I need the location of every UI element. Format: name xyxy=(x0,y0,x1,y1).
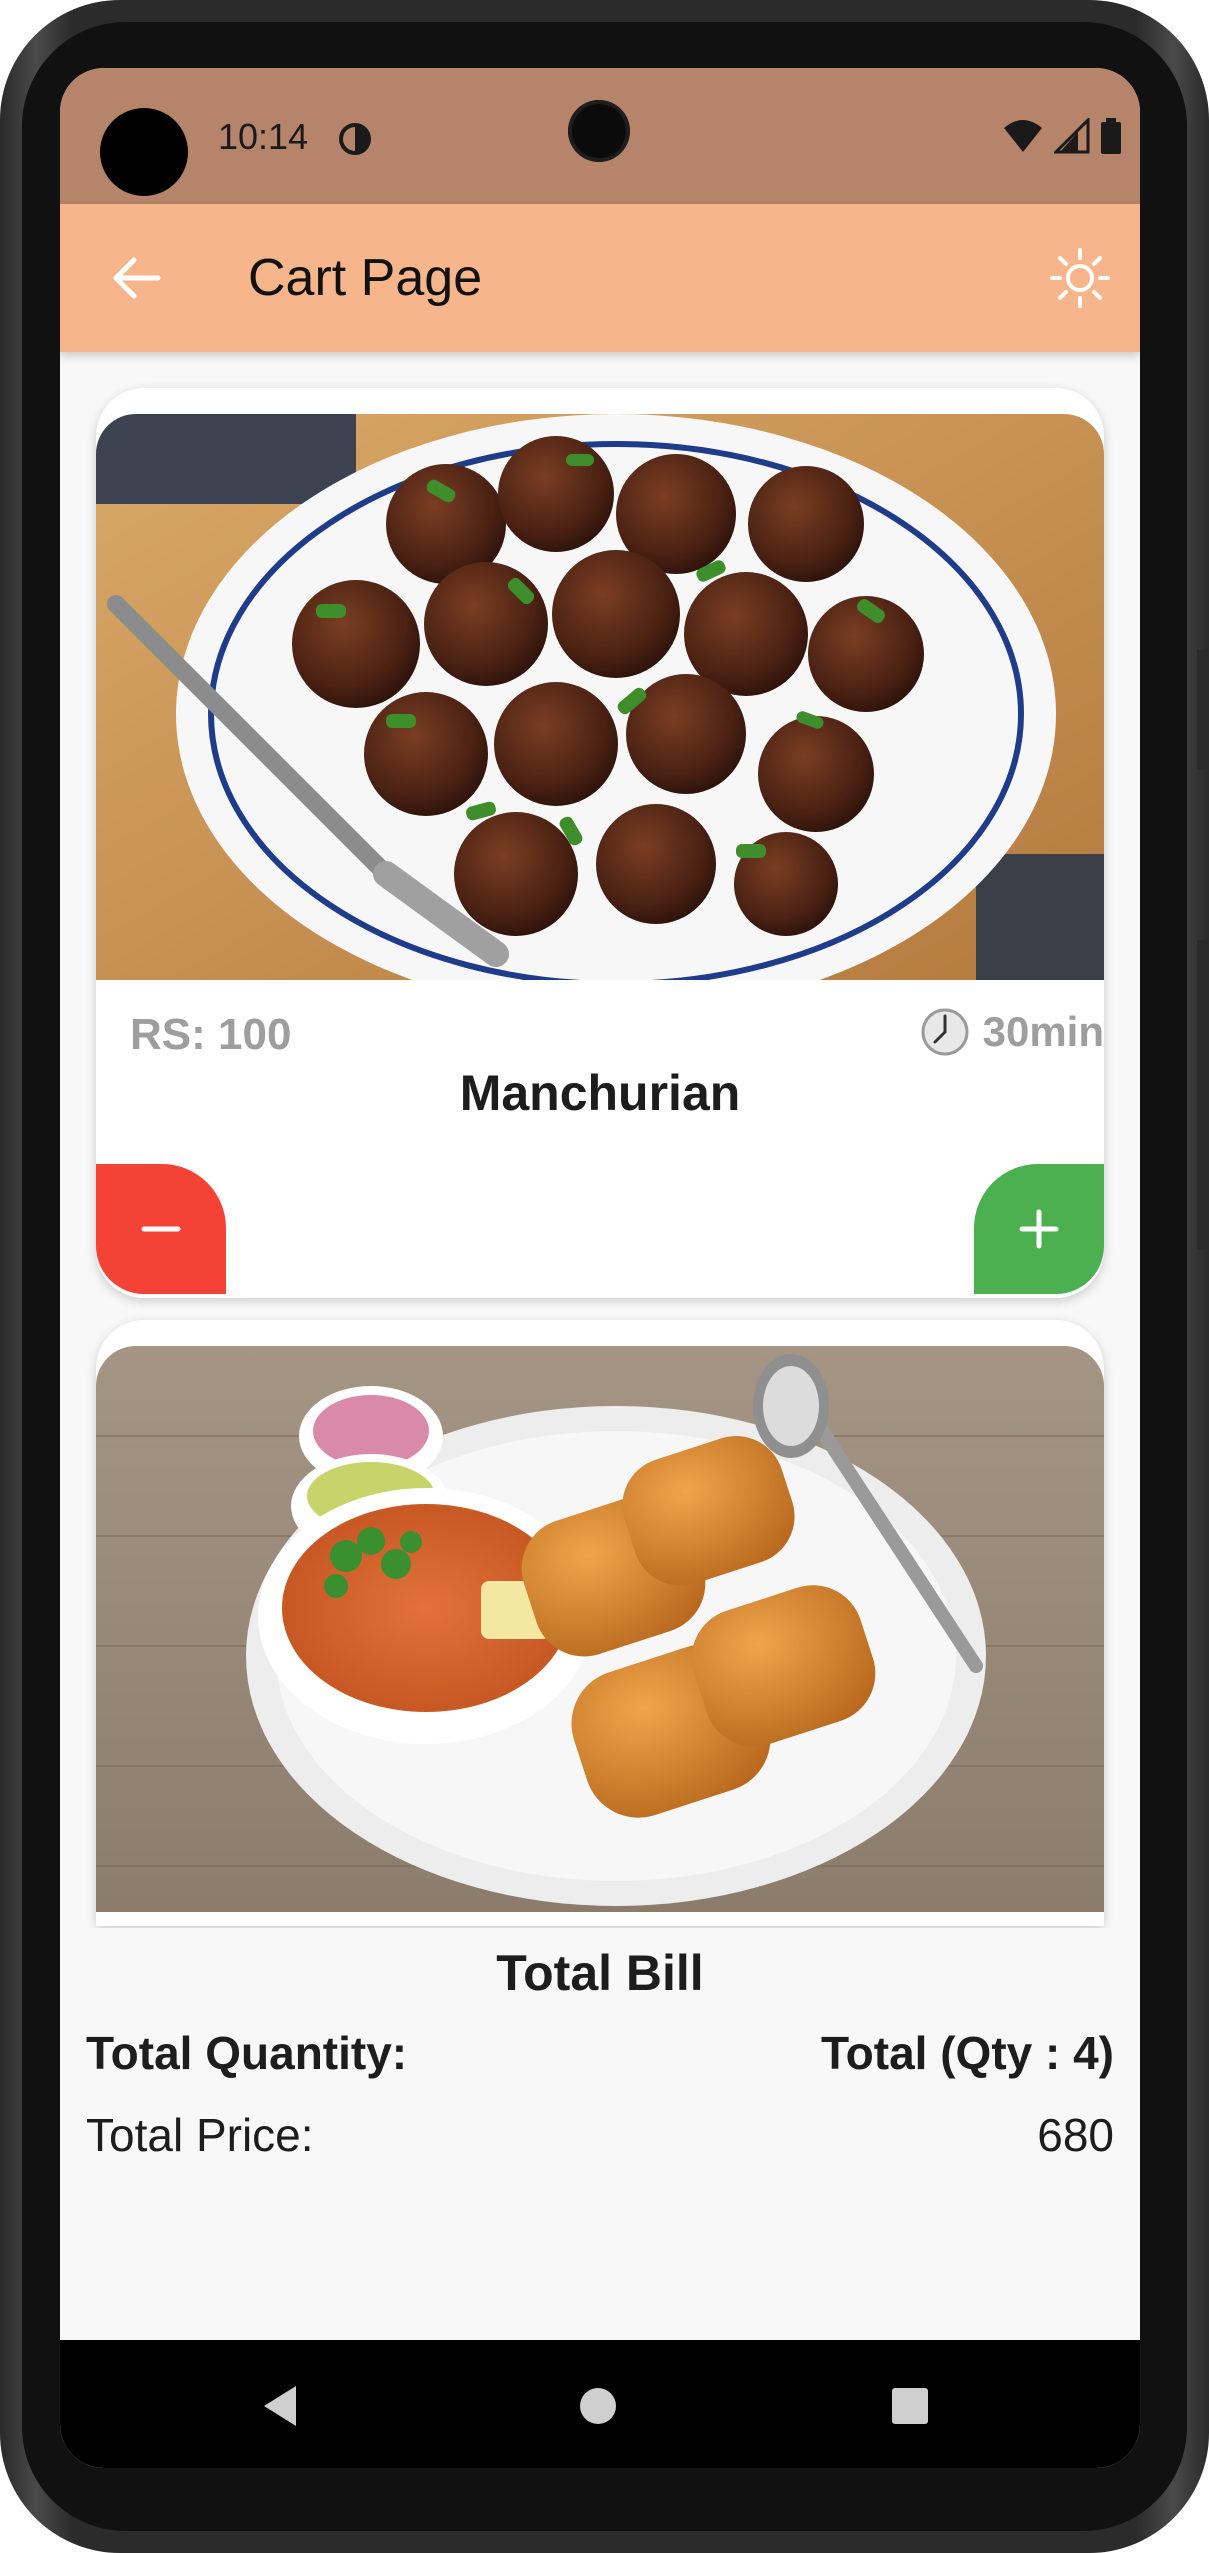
prep-time-label: 30min xyxy=(982,1008,1104,1055)
circle-home-icon[interactable] xyxy=(578,2386,618,2426)
total-bill-title: Total Bill xyxy=(496,1945,704,2001)
item-name: Manchurian xyxy=(459,1065,741,1121)
system-nav-bar xyxy=(60,2340,1140,2468)
bill-summary: Total Bill Total Quantity: Total (Qty : … xyxy=(60,1928,1140,2408)
screen: 10:14 Cart Page RS: 100 30min Manchurian… xyxy=(60,68,1140,2468)
cart-item-card: RS: 100 30min Manchurian xyxy=(96,388,1104,1298)
status-time: 10:14 xyxy=(218,116,309,157)
camera-cutout xyxy=(100,108,188,196)
volume-button xyxy=(1197,650,1209,770)
decrease-quantity-button[interactable] xyxy=(96,1164,226,1294)
front-camera xyxy=(568,100,630,162)
triangle-back-icon[interactable] xyxy=(260,2384,300,2428)
total-price-value: 680 xyxy=(1037,2109,1114,2161)
signal-icon xyxy=(1054,118,1090,154)
power-button xyxy=(1197,940,1209,1250)
status-bar: 10:14 xyxy=(60,68,1140,204)
sun-icon[interactable] xyxy=(1044,242,1116,314)
clock-icon xyxy=(921,1008,969,1056)
app-bar: Cart Page xyxy=(60,204,1140,352)
manchurian-photo xyxy=(96,414,1104,980)
total-quantity-value: Total (Qty : 4) xyxy=(820,2027,1114,2079)
total-quantity-row: Total Quantity: Total (Qty : 4) xyxy=(86,2026,1114,2080)
prep-time: 30min xyxy=(919,1006,1104,1058)
increase-quantity-button[interactable] xyxy=(974,1164,1104,1294)
total-price-row: Total Price: 680 xyxy=(86,2108,1114,2162)
pav-bhaji-photo xyxy=(96,1346,1104,1912)
square-recents-icon[interactable] xyxy=(890,2386,930,2426)
plus-icon xyxy=(1019,1209,1059,1249)
page-title: Cart Page xyxy=(248,249,483,307)
item-price: RS: 100 xyxy=(130,1010,292,1059)
status-icons xyxy=(1002,118,1122,154)
battery-icon xyxy=(1101,118,1121,154)
arrow-left-icon[interactable] xyxy=(100,242,172,314)
total-quantity-label: Total Quantity: xyxy=(86,2027,408,2079)
wifi-icon xyxy=(1004,120,1042,152)
cart-item-card xyxy=(96,1320,1104,1926)
total-price-label: Total Price: xyxy=(86,2109,314,2161)
minus-icon xyxy=(141,1226,181,1232)
data-saver-icon xyxy=(339,123,371,155)
